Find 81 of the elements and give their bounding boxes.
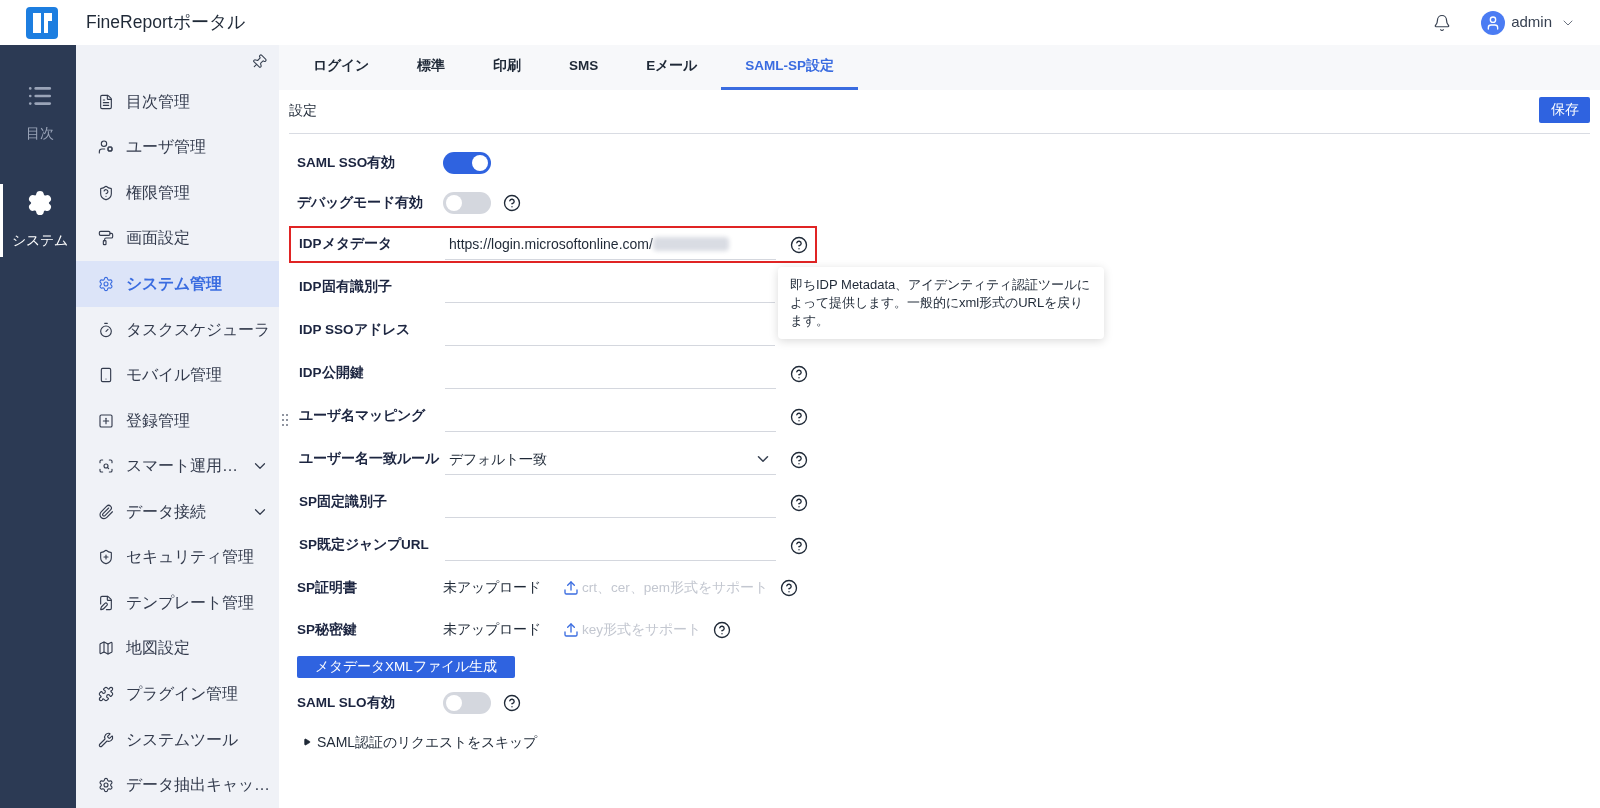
field-label: IDP固有識別子: [299, 278, 393, 297]
help-icon[interactable]: [790, 536, 808, 555]
help-icon[interactable]: [503, 194, 521, 212]
sidebar-item[interactable]: プラグイン管理: [76, 671, 279, 717]
sidebar-item[interactable]: データ接続: [76, 488, 279, 535]
toggle-switch[interactable]: [443, 192, 491, 214]
sidebar-item[interactable]: 登録管理: [76, 397, 279, 444]
help-icon[interactable]: [790, 235, 808, 254]
dropdown[interactable]: デフォルト一致: [445, 444, 776, 475]
upload-status: 未アップロード: [443, 620, 541, 639]
field-label: SAML SSO有効: [297, 153, 397, 172]
tab[interactable]: SMS: [545, 45, 623, 90]
tab[interactable]: ログイン: [289, 45, 393, 90]
field-label: ユーザー名一致ルール: [299, 450, 440, 469]
logo-icon: [26, 6, 58, 39]
puzzle-icon: [98, 686, 114, 702]
document-edit-icon: [98, 594, 114, 611]
sidebar-item[interactable]: タスクスケジューラ: [76, 306, 279, 353]
resize-handle-icon[interactable]: [281, 413, 289, 427]
toggle-switch[interactable]: [443, 152, 491, 174]
sidebar-item[interactable]: 地図設定: [76, 625, 279, 672]
shield-icon: [98, 184, 114, 201]
shield-icon: [98, 549, 114, 566]
help-icon[interactable]: [790, 364, 808, 383]
sidebar-item[interactable]: ユーザ管理: [76, 124, 279, 171]
timer-icon: [98, 321, 114, 338]
rail-item[interactable]: 目次: [0, 77, 76, 150]
help-icon[interactable]: [713, 621, 731, 639]
avatar[interactable]: [1481, 10, 1506, 35]
paint-roller-icon: [98, 230, 114, 247]
save-button[interactable]: 保存: [1539, 96, 1590, 123]
bell-icon[interactable]: [1433, 13, 1452, 32]
field-label: SP固定識別子: [299, 493, 388, 512]
sidebar-item[interactable]: 目次管理: [76, 78, 279, 125]
input-field[interactable]: https://login.microsoftonline.com/: [445, 229, 776, 260]
sidebar-item[interactable]: システムツール: [76, 716, 279, 763]
field-label: デバッグモード有効: [297, 193, 424, 212]
tooltip: 即ちIDP Metadata、アイデンティティ認証ツールによって提供します。一般的にxml形式のURLを戻ります。: [778, 267, 1104, 339]
tab[interactable]: SAML-SP設定: [721, 45, 859, 90]
sidebar-item[interactable]: セキュリティ管理: [76, 534, 279, 581]
sidebar-item[interactable]: 権限管理: [76, 170, 279, 216]
sidebar-item[interactable]: スマート運用…: [76, 443, 279, 489]
field-label: SAML SLO有効: [297, 693, 396, 712]
help-icon[interactable]: [790, 450, 808, 469]
field-label: IDP SSOアドレス: [299, 321, 411, 340]
sidebar-item[interactable]: 画面設定: [76, 215, 279, 262]
wrench-icon: [98, 731, 114, 748]
disclosure-toggle[interactable]: SAML認証のリクエストをスキップ: [303, 731, 538, 753]
app-title: FineReportポータル: [86, 11, 245, 35]
document-icon: [98, 93, 114, 110]
triangle-icon: [303, 738, 311, 746]
sidebar-item[interactable]: システム管理: [76, 261, 279, 307]
upload-icon: [563, 622, 579, 638]
form-icon: [98, 412, 114, 429]
upload-icon: [563, 580, 579, 596]
upload-status: 未アップロード: [443, 578, 541, 597]
user-icon: [98, 139, 114, 156]
field-label: SP証明書: [297, 578, 358, 597]
field-label: IDPメタデータ: [299, 235, 393, 254]
paperclip-icon: [98, 503, 114, 520]
sidebar-item[interactable]: テンプレート管理: [76, 580, 279, 626]
search-icon: [98, 458, 114, 475]
toggle-switch[interactable]: [443, 692, 491, 714]
field-label: SP既定ジャンプURL: [299, 536, 430, 555]
field-label: ユーザ名マッピング: [299, 407, 427, 426]
tab[interactable]: 印刷: [469, 45, 545, 90]
tab[interactable]: Eメール: [622, 45, 722, 90]
field-label: IDP公開鍵: [299, 364, 365, 383]
tab[interactable]: 標準: [393, 45, 469, 90]
generate-button[interactable]: メタデータXMLファイル生成: [297, 656, 515, 678]
sidebar-item[interactable]: データ抽出キャッ…: [76, 762, 279, 808]
help-icon[interactable]: [790, 407, 808, 426]
user-name[interactable]: admin: [1511, 11, 1552, 34]
field-label: SP秘密鍵: [297, 620, 358, 639]
help-icon[interactable]: [503, 694, 521, 712]
help-icon[interactable]: [790, 493, 808, 512]
sidebar-item[interactable]: モバイル管理: [76, 352, 279, 398]
help-icon[interactable]: [780, 579, 798, 597]
map-icon: [98, 640, 114, 657]
section-title: 設定: [289, 102, 317, 121]
phone-icon: [98, 367, 114, 384]
